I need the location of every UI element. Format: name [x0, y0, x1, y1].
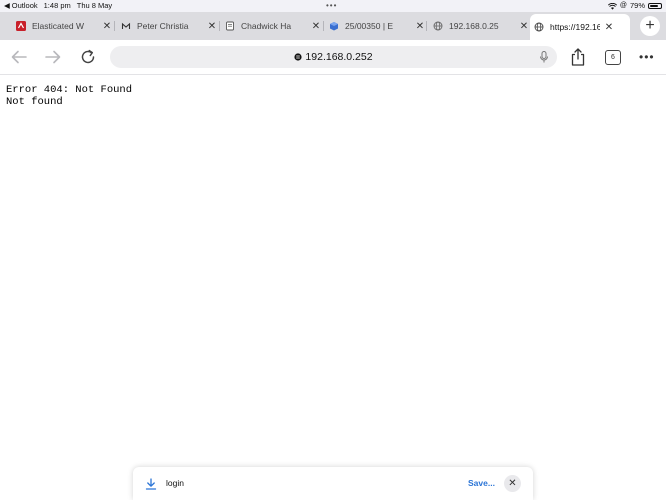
globe-icon: [534, 22, 544, 32]
share-button[interactable]: [570, 48, 586, 66]
error-detail: Not found: [6, 96, 63, 108]
battery-icon: [648, 3, 662, 9]
tab-local-ip[interactable]: 192.168.0.25 ✕: [429, 16, 529, 36]
battery-percent: 79%: [629, 1, 645, 10]
close-icon[interactable]: ✕: [504, 475, 521, 492]
wifi-icon: [607, 2, 617, 10]
tab-planning-application[interactable]: 25/00350 | E ✕: [325, 16, 425, 36]
status-date: Thu 8 May: [76, 1, 113, 10]
tab-close-icon[interactable]: ✕: [415, 21, 425, 32]
reload-button[interactable]: [77, 47, 99, 67]
tab-count-button[interactable]: 6: [605, 50, 621, 65]
reload-icon: [81, 49, 95, 64]
orientation-lock-icon: @: [619, 2, 627, 9]
tab-elasticated[interactable]: Elasticated W ✕: [12, 16, 112, 36]
back-app-label: Outlook: [11, 1, 38, 10]
site-info-icon[interactable]: [294, 53, 303, 61]
tab-title: https://192.16: [550, 22, 600, 32]
forward-button[interactable]: [42, 47, 64, 67]
elasticated-logo-icon: [16, 21, 26, 31]
tab-divider: [323, 21, 324, 31]
back-button[interactable]: [8, 47, 30, 67]
arrow-left-icon: [11, 50, 27, 64]
tab-close-icon[interactable]: ✕: [207, 21, 217, 32]
tab-title: Peter Christia: [137, 21, 189, 31]
back-to-app-link[interactable]: ◀ Outlook: [4, 0, 38, 12]
download-bar: login Save... ✕: [133, 467, 533, 500]
tab-strip: Elasticated W ✕ Peter Christia ✕ Chadwic…: [0, 12, 666, 40]
save-button[interactable]: Save...: [468, 478, 495, 489]
tab-close-icon[interactable]: ✕: [604, 22, 614, 33]
error-heading: Error 404: Not Found: [6, 84, 133, 96]
battery-fill: [650, 5, 658, 7]
tab-title: Chadwick Ha: [241, 21, 292, 31]
tab-title: Elasticated W: [32, 21, 84, 31]
address-bar[interactable]: 192.168.0.252: [110, 46, 557, 68]
page-content: Error 404: Not Found Not found: [0, 75, 666, 500]
tab-divider: [426, 21, 427, 31]
crown-logo-icon: [121, 21, 131, 31]
address-content: 192.168.0.252: [110, 46, 557, 68]
tab-title: 25/00350 | E: [345, 21, 394, 31]
globe-icon: [433, 21, 443, 31]
tab-divider: [219, 21, 220, 31]
status-right: @ 79%: [607, 0, 662, 12]
cube-logo-icon: [329, 21, 339, 31]
browser-toolbar: 192.168.0.252 6 •••: [0, 40, 666, 75]
document-icon: [225, 21, 235, 31]
new-tab-button[interactable]: +: [640, 16, 660, 36]
status-bar: ◀ Outlook 1:48 pm Thu 8 May ••• @ 79%: [0, 0, 666, 12]
arrow-right-icon: [45, 50, 61, 64]
download-filename: login: [166, 478, 184, 488]
tab-chadwick[interactable]: Chadwick Ha ✕: [221, 16, 321, 36]
more-options-button[interactable]: •••: [639, 48, 655, 66]
url-text[interactable]: 192.168.0.252: [305, 51, 372, 63]
back-arrow-icon: ◀: [4, 1, 10, 10]
tab-close-icon[interactable]: ✕: [102, 21, 112, 32]
multitasking-dots[interactable]: •••: [326, 0, 337, 12]
tab-close-icon[interactable]: ✕: [311, 21, 321, 32]
download-icon: [145, 478, 157, 490]
error-message: Error 404: Not Found Not found: [6, 84, 132, 108]
status-left: ◀ Outlook 1:48 pm Thu 8 May: [4, 0, 112, 12]
tab-title: 192.168.0.25: [449, 21, 499, 31]
tab-active-https[interactable]: https://192.16 ✕: [530, 14, 630, 40]
status-time: 1:48 pm: [43, 1, 71, 10]
microphone-icon[interactable]: [539, 51, 549, 63]
tab-divider: [114, 21, 115, 31]
tab-close-icon[interactable]: ✕: [519, 21, 529, 32]
tab-peter-christian[interactable]: Peter Christia ✕: [117, 16, 217, 36]
